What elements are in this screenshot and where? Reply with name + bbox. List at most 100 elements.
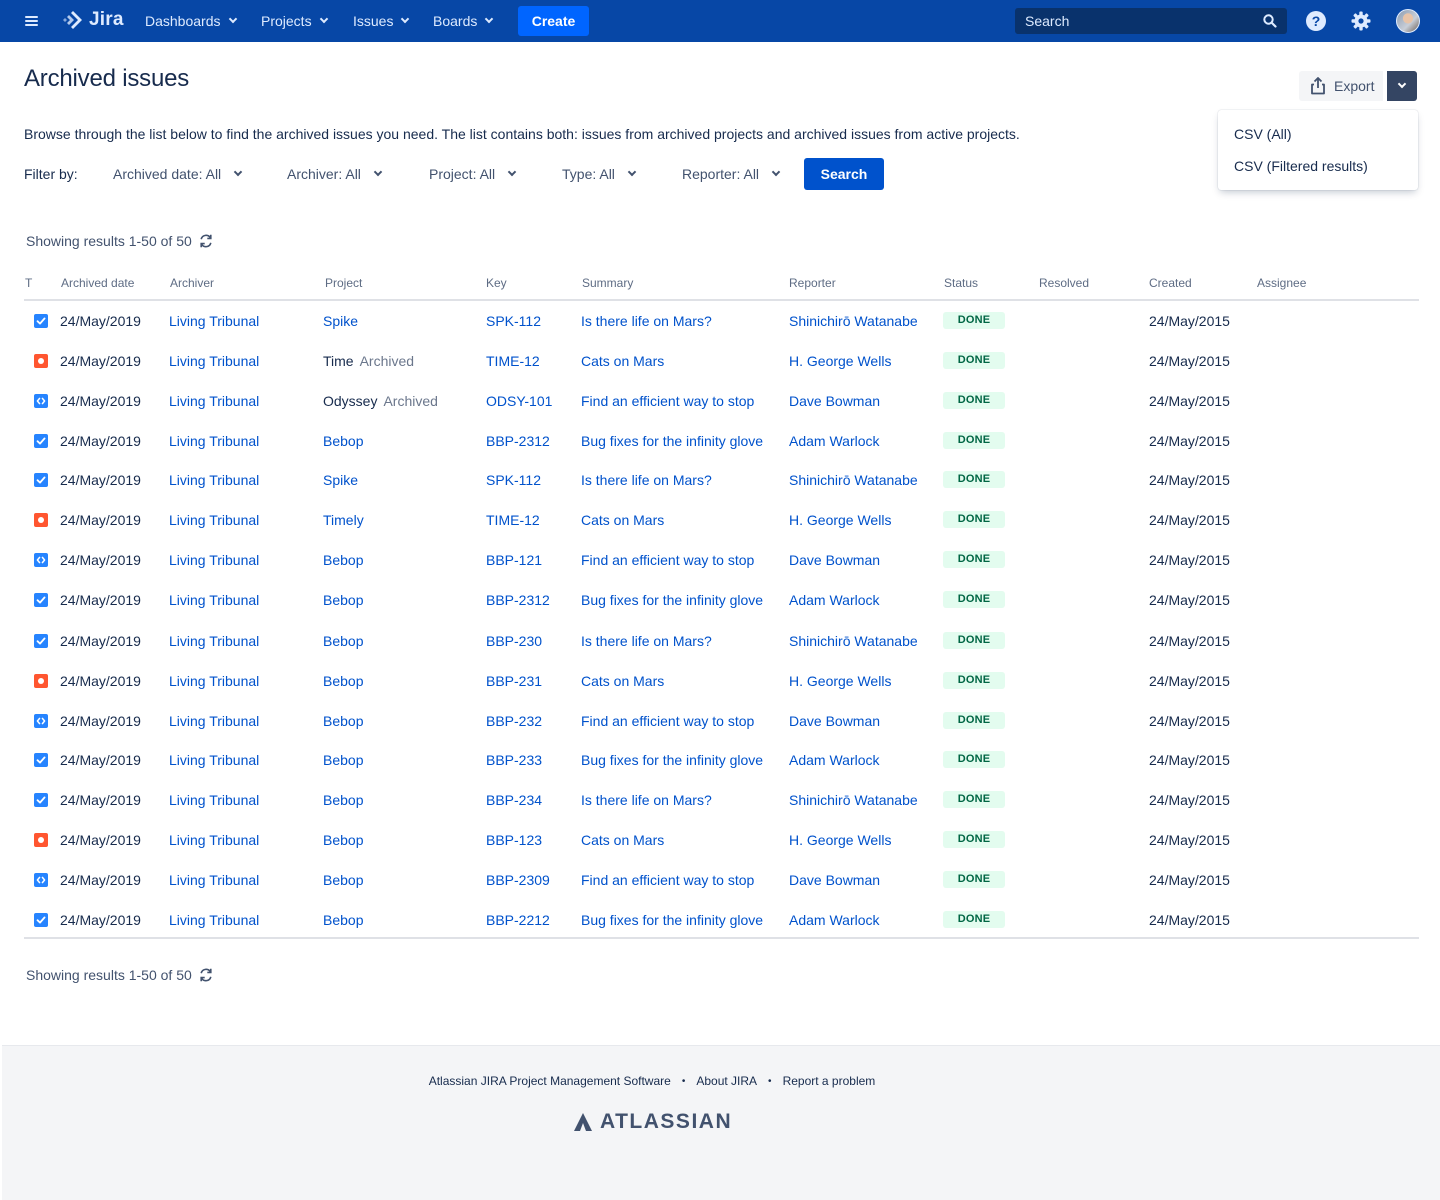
col-key[interactable]: Key xyxy=(486,276,507,290)
atlassian-logo[interactable]: ATLASSIAN xyxy=(572,1110,732,1134)
issue-key-link[interactable]: BBP-2312 xyxy=(486,580,550,620)
jira-logo[interactable]: Jira xyxy=(62,9,124,31)
archiver-link[interactable]: Living Tribunal xyxy=(169,621,259,661)
summary-link[interactable]: Is there life on Mars? xyxy=(581,460,712,500)
summary-link[interactable]: Find an efficient way to stop xyxy=(581,381,754,421)
col-reporter[interactable]: Reporter xyxy=(789,276,836,290)
project-link[interactable]: Spike xyxy=(323,472,358,488)
global-search[interactable] xyxy=(1015,8,1287,34)
col-project[interactable]: Project xyxy=(325,276,362,290)
archiver-link[interactable]: Living Tribunal xyxy=(169,580,259,620)
archiver-link[interactable]: Living Tribunal xyxy=(169,341,259,381)
gear-icon[interactable] xyxy=(1350,10,1372,32)
filter-type[interactable]: Type: All xyxy=(562,158,637,190)
col-summary[interactable]: Summary xyxy=(582,276,633,290)
archiver-link[interactable]: Living Tribunal xyxy=(169,740,259,780)
summary-link[interactable]: Find an efficient way to stop xyxy=(581,860,754,900)
export-csv-filtered[interactable]: CSV (Filtered results) xyxy=(1218,150,1418,182)
archiver-link[interactable]: Living Tribunal xyxy=(169,661,259,701)
project-link[interactable]: Bebop xyxy=(323,433,363,449)
export-dropdown-toggle[interactable] xyxy=(1387,71,1417,101)
create-button[interactable]: Create xyxy=(518,6,589,36)
reporter-link[interactable]: Shinichirō Watanabe xyxy=(789,621,918,661)
col-status[interactable]: Status xyxy=(944,276,978,290)
issue-key-link[interactable]: SPK-112 xyxy=(486,460,541,500)
search-button[interactable]: Search xyxy=(804,158,884,190)
col-assignee[interactable]: Assignee xyxy=(1257,276,1306,290)
reporter-link[interactable]: H. George Wells xyxy=(789,820,891,860)
summary-link[interactable]: Is there life on Mars? xyxy=(581,621,712,661)
issue-key-link[interactable]: BBP-121 xyxy=(486,540,542,580)
summary-link[interactable]: Bug fixes for the infinity glove xyxy=(581,900,763,940)
reporter-link[interactable]: Adam Warlock xyxy=(789,740,880,780)
project-link[interactable]: Bebop xyxy=(323,592,363,608)
refresh-icon[interactable] xyxy=(198,967,214,983)
reporter-link[interactable]: Adam Warlock xyxy=(789,580,880,620)
nav-issues[interactable]: Issues xyxy=(353,0,410,42)
summary-link[interactable]: Is there life on Mars? xyxy=(581,780,712,820)
avatar[interactable] xyxy=(1396,9,1420,33)
summary-link[interactable]: Find an efficient way to stop xyxy=(581,701,754,741)
archiver-link[interactable]: Living Tribunal xyxy=(169,301,259,341)
issue-key-link[interactable]: TIME-12 xyxy=(486,500,540,540)
project-link[interactable]: Bebop xyxy=(323,832,363,848)
archiver-link[interactable]: Living Tribunal xyxy=(169,381,259,421)
archiver-link[interactable]: Living Tribunal xyxy=(169,820,259,860)
footer-link-report[interactable]: Report a problem xyxy=(783,1074,876,1088)
help-icon[interactable]: ? xyxy=(1306,11,1326,31)
summary-link[interactable]: Cats on Mars xyxy=(581,341,664,381)
hamburger-icon[interactable] xyxy=(22,12,42,30)
archiver-link[interactable]: Living Tribunal xyxy=(169,701,259,741)
archiver-link[interactable]: Living Tribunal xyxy=(169,500,259,540)
reporter-link[interactable]: Adam Warlock xyxy=(789,900,880,940)
reporter-link[interactable]: H. George Wells xyxy=(789,661,891,701)
filter-archived-date[interactable]: Archived date: All xyxy=(113,158,243,190)
issue-key-link[interactable]: SPK-112 xyxy=(486,301,541,341)
col-type[interactable]: T xyxy=(25,276,32,290)
nav-dashboards[interactable]: Dashboards xyxy=(145,0,237,42)
project-link[interactable]: Bebop xyxy=(323,552,363,568)
reporter-link[interactable]: Shinichirō Watanabe xyxy=(789,780,918,820)
summary-link[interactable]: Find an efficient way to stop xyxy=(581,540,754,580)
filter-project[interactable]: Project: All xyxy=(429,158,517,190)
reporter-link[interactable]: Shinichirō Watanabe xyxy=(789,301,918,341)
reporter-link[interactable]: H. George Wells xyxy=(789,500,891,540)
reporter-link[interactable]: Dave Bowman xyxy=(789,381,880,421)
issue-key-link[interactable]: TIME-12 xyxy=(486,341,540,381)
summary-link[interactable]: Bug fixes for the infinity glove xyxy=(581,740,763,780)
issue-key-link[interactable]: BBP-230 xyxy=(486,621,542,661)
search-icon[interactable] xyxy=(1263,14,1277,28)
filter-archiver[interactable]: Archiver: All xyxy=(287,158,383,190)
summary-link[interactable]: Cats on Mars xyxy=(581,661,664,701)
project-link[interactable]: Bebop xyxy=(323,872,363,888)
archiver-link[interactable]: Living Tribunal xyxy=(169,421,259,461)
reporter-link[interactable]: Dave Bowman xyxy=(789,701,880,741)
reporter-link[interactable]: Adam Warlock xyxy=(789,421,880,461)
export-button[interactable]: Export xyxy=(1299,71,1383,101)
reporter-link[interactable]: Shinichirō Watanabe xyxy=(789,460,918,500)
reporter-link[interactable]: Dave Bowman xyxy=(789,860,880,900)
summary-link[interactable]: Is there life on Mars? xyxy=(581,301,712,341)
col-created[interactable]: Created xyxy=(1149,276,1192,290)
archiver-link[interactable]: Living Tribunal xyxy=(169,780,259,820)
project-link[interactable]: Spike xyxy=(323,313,358,329)
footer-link-about[interactable]: About JIRA xyxy=(696,1074,757,1088)
nav-projects[interactable]: Projects xyxy=(261,0,328,42)
summary-link[interactable]: Bug fixes for the infinity glove xyxy=(581,421,763,461)
issue-key-link[interactable]: BBP-234 xyxy=(486,780,542,820)
archiver-link[interactable]: Living Tribunal xyxy=(169,460,259,500)
col-archiver[interactable]: Archiver xyxy=(170,276,214,290)
issue-key-link[interactable]: BBP-233 xyxy=(486,740,542,780)
issue-key-link[interactable]: BBP-231 xyxy=(486,661,542,701)
reporter-link[interactable]: Dave Bowman xyxy=(789,540,880,580)
issue-key-link[interactable]: BBP-2309 xyxy=(486,860,550,900)
issue-key-link[interactable]: BBP-123 xyxy=(486,820,542,860)
summary-link[interactable]: Bug fixes for the infinity glove xyxy=(581,580,763,620)
refresh-icon[interactable] xyxy=(198,233,214,249)
search-input[interactable] xyxy=(1025,13,1255,29)
archiver-link[interactable]: Living Tribunal xyxy=(169,540,259,580)
footer-link-software[interactable]: Atlassian JIRA Project Management Softwa… xyxy=(429,1074,671,1088)
project-link[interactable]: Bebop xyxy=(323,752,363,768)
reporter-link[interactable]: H. George Wells xyxy=(789,341,891,381)
project-link[interactable]: Bebop xyxy=(323,912,363,928)
